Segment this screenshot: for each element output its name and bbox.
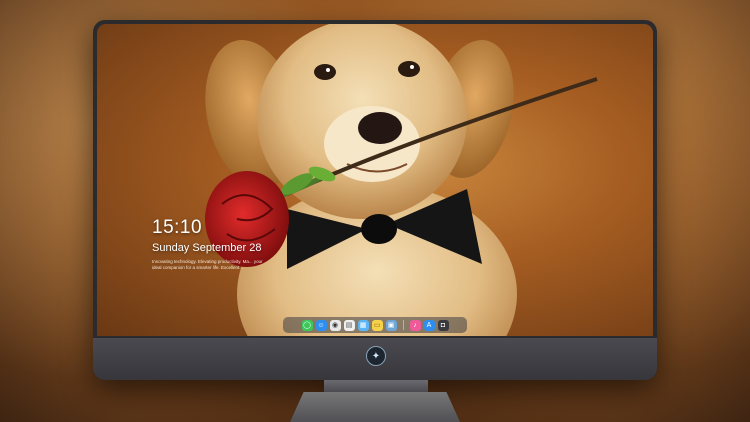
brand-logo-icon: ✦: [366, 346, 386, 366]
desktop-screen: 15:10 Sunday September 28 Innovating tec…: [97, 24, 653, 336]
clapper-icon[interactable]: ▦: [357, 319, 369, 331]
stickies-icon[interactable]: ▭: [371, 319, 383, 331]
notes-icon[interactable]: ▤: [343, 319, 355, 331]
camera-icon[interactable]: ◘: [437, 319, 449, 331]
messages-icon[interactable]: ◯: [301, 319, 313, 331]
lockscreen-date: Sunday September 28: [152, 242, 262, 254]
wallpaper-puppy: [205, 24, 598, 336]
app-store-icon[interactable]: A: [423, 319, 435, 331]
chrome-icon[interactable]: ◉: [329, 319, 341, 331]
dock-separator: [402, 320, 404, 330]
monitor-stand-base: [290, 392, 460, 422]
preview-icon[interactable]: ▣: [385, 319, 397, 331]
lockscreen-time: 15:10: [152, 217, 203, 238]
monitor-chin: ✦: [93, 338, 657, 380]
dock: ◯ ☺ ◉ ▤ ▦ ▭ ▣ ♪ A ◘: [283, 317, 467, 333]
finder-icon[interactable]: ☺: [315, 319, 327, 331]
monitor-stand-neck: [324, 380, 428, 392]
monitor: 15:10 Sunday September 28 Innovating tec…: [93, 20, 657, 380]
lockscreen-tagline: Innovating technology. Elevating product…: [152, 259, 263, 270]
music-icon[interactable]: ♪: [409, 319, 421, 331]
